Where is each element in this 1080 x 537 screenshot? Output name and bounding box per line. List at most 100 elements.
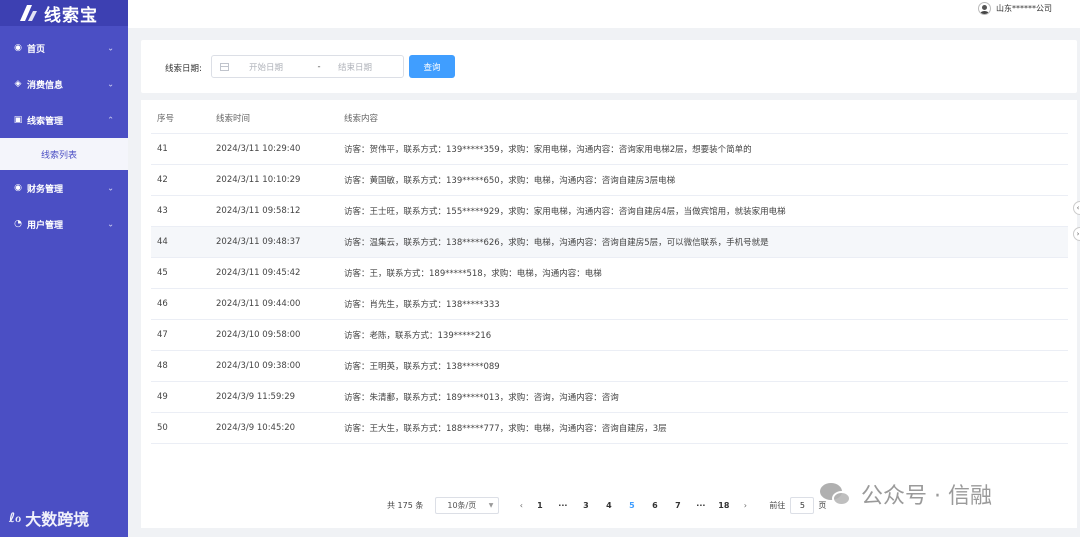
- table-row[interactable]: 49 2024/3/9 11:59:29 访客：朱清鄱，联系方式：189****…: [151, 381, 1068, 413]
- page-ellipsis-prev[interactable]: ···: [551, 501, 574, 510]
- cell-time: 2024/3/11 09:44:00: [216, 288, 344, 320]
- prev-page-button[interactable]: ‹: [514, 501, 528, 510]
- goto-page-input[interactable]: [790, 496, 815, 514]
- table-header-row: 序号 线索时间 线索内容: [151, 103, 1068, 134]
- table-row[interactable]: 43 2024/3/11 09:58:12 访客：王士旺，联系方式：155***…: [151, 195, 1068, 227]
- date-separator: -: [317, 61, 321, 72]
- page-size-select[interactable]: 10条/页 ▼: [435, 496, 500, 514]
- cell-time: 2024/3/11 09:48:37: [216, 226, 344, 258]
- calendar-icon: [220, 62, 229, 71]
- chevron-down-icon: ⌄: [107, 219, 114, 229]
- chevron-down-icon: ⌄: [107, 79, 114, 89]
- sidebar-subitem-lead-list[interactable]: 线索列表: [0, 138, 128, 170]
- page-size-value: 10条/页: [447, 500, 477, 510]
- lead-table: 序号 线索时间 线索内容 41 2024/3/11 10:29:40 访客：贺伟…: [151, 103, 1068, 444]
- cell-no: 42: [151, 164, 216, 196]
- lead-table-panel: 序号 线索时间 线索内容 41 2024/3/11 10:29:40 访客：贺伟…: [141, 100, 1077, 528]
- cell-no: 41: [151, 133, 216, 165]
- page-4[interactable]: 4: [597, 501, 620, 510]
- page-3[interactable]: 3: [574, 501, 597, 510]
- table-row[interactable]: 46 2024/3/11 09:44:00 访客：肖先生，联系方式：138***…: [151, 288, 1068, 320]
- side-collapse-handle[interactable]: ‹: [1073, 201, 1080, 215]
- sidebar-item-label: 线索管理: [27, 116, 64, 127]
- page-5-current[interactable]: 5: [620, 501, 643, 510]
- cell-time: 2024/3/11 09:58:12: [216, 195, 344, 227]
- cell-content: 访客：黄国敏，联系方式：139*****650，求购：电梯，沟通内容：咨询自建房…: [344, 164, 1068, 196]
- logo-text: 线索宝: [44, 5, 98, 26]
- user-settings-icon: ◔: [14, 219, 22, 229]
- goto-label: 前往: [769, 500, 786, 510]
- sidebar: 线索宝 ◉ 首页 ⌄ ◈ 消费信息 ⌄ ▣ 线索管理 ⌃ 线索列表 ◉ 财务管理…: [0, 0, 128, 537]
- table-row[interactable]: 45 2024/3/11 09:45:42 访客：王，联系方式：189*****…: [151, 257, 1068, 289]
- table-row[interactable]: 41 2024/3/11 10:29:40 访客：贺伟平，联系方式：139***…: [151, 133, 1068, 165]
- cell-content: 访客：贺伟平，联系方式：139*****359，求购：家用电梯，沟通内容：咨询家…: [344, 133, 1068, 165]
- top-bar: 山东******公司: [128, 0, 1080, 28]
- sidebar-menu: ◉ 首页 ⌄ ◈ 消费信息 ⌄ ▣ 线索管理 ⌃ 线索列表 ◉ 财务管理 ⌄ ◔…: [0, 26, 128, 242]
- cell-no: 44: [151, 226, 216, 258]
- sidebar-item-home[interactable]: ◉ 首页 ⌄: [0, 30, 128, 66]
- chevron-down-icon: ▼: [488, 501, 494, 509]
- table-row[interactable]: 48 2024/3/10 09:38:00 访客：王明英，联系方式：138***…: [151, 350, 1068, 382]
- chevron-down-icon: ⌄: [107, 43, 114, 53]
- cell-content: 访客：老陈，联系方式：139*****216: [344, 319, 1068, 351]
- sidebar-item-consumption[interactable]: ◈ 消费信息 ⌄: [0, 66, 128, 102]
- cell-time: 2024/3/11 09:45:42: [216, 257, 344, 289]
- cell-content: 访客：王士旺，联系方式：155*****929，求购：家用电梯，沟通内容：咨询自…: [344, 195, 1068, 227]
- filter-panel: 线索日期: 开始日期 - 结束日期 查询: [141, 40, 1077, 93]
- side-expand-handle[interactable]: ›: [1073, 227, 1080, 241]
- watermark-left: ℓℴ 大数跨境: [9, 506, 89, 530]
- sidebar-item-label: 用户管理: [27, 220, 64, 231]
- sidebar-item-users[interactable]: ◔ 用户管理 ⌄: [0, 206, 128, 242]
- watermark-logo-icon: ℓℴ: [9, 510, 22, 526]
- monitor-icon: ▣: [13, 115, 23, 125]
- user-menu[interactable]: 山东******公司: [978, 2, 1052, 15]
- column-header-no: 序号: [151, 103, 216, 134]
- cell-content: 访客：王，联系方式：189*****518，求购：电梯，沟通内容：电梯: [344, 257, 1068, 289]
- next-page-button[interactable]: ›: [738, 501, 752, 510]
- cell-time: 2024/3/9 10:45:20: [216, 412, 344, 444]
- table-row[interactable]: 47 2024/3/10 09:58:00 访客：老陈，联系方式：139****…: [151, 319, 1068, 351]
- finance-icon: ◉: [14, 183, 22, 193]
- cell-no: 49: [151, 381, 216, 413]
- cell-no: 50: [151, 412, 216, 444]
- wechat-icon: [820, 481, 854, 507]
- watermark-right-text: 公众号 · 信融: [861, 484, 992, 509]
- page-1[interactable]: 1: [528, 501, 551, 510]
- end-date-input[interactable]: 结束日期: [338, 61, 372, 73]
- sidebar-item-label: 首页: [27, 44, 46, 55]
- sidebar-item-leads[interactable]: ▣ 线索管理 ⌃: [0, 102, 128, 138]
- cell-no: 47: [151, 319, 216, 351]
- cell-no: 46: [151, 288, 216, 320]
- cell-content: 访客：肖先生，联系方式：138*****333: [344, 288, 1068, 320]
- avatar: [978, 2, 991, 15]
- cell-no: 48: [151, 350, 216, 382]
- app-logo[interactable]: 线索宝: [0, 0, 128, 26]
- sidebar-item-label: 财务管理: [27, 184, 64, 195]
- cell-time: 2024/3/11 10:10:29: [216, 164, 344, 196]
- page-18[interactable]: 18: [712, 501, 735, 510]
- sidebar-item-label: 消费信息: [27, 80, 64, 91]
- watermark-right: 公众号 · 信融: [820, 478, 992, 510]
- table-row[interactable]: 44 2024/3/11 09:48:37 访客：温集云，联系方式：138***…: [151, 226, 1068, 258]
- table-row[interactable]: 42 2024/3/11 10:10:29 访客：黄国敏，联系方式：139***…: [151, 164, 1068, 196]
- watermark-left-text: 大数跨境: [25, 510, 90, 529]
- cell-no: 43: [151, 195, 216, 227]
- date-range-picker[interactable]: 开始日期 - 结束日期: [211, 55, 404, 78]
- column-header-content: 线索内容: [344, 103, 1068, 134]
- cell-content: 访客：王明英，联系方式：138*****089: [344, 350, 1068, 382]
- logo-icon: [20, 5, 37, 21]
- page-7[interactable]: 7: [666, 501, 689, 510]
- page-ellipsis-next[interactable]: ···: [689, 501, 712, 510]
- chevron-up-icon: ⌃: [107, 115, 114, 125]
- home-icon: ◉: [14, 43, 22, 53]
- cell-no: 45: [151, 257, 216, 289]
- query-button[interactable]: 查询: [409, 55, 455, 78]
- page-6[interactable]: 6: [643, 501, 666, 510]
- total-count: 共 175 条: [387, 500, 424, 510]
- table-row[interactable]: 50 2024/3/9 10:45:20 访客：王大生，联系方式：188****…: [151, 412, 1068, 444]
- cell-content: 访客：王大生，联系方式：188*****777，求购：电梯，沟通内容：咨询自建房…: [344, 412, 1068, 444]
- start-date-input[interactable]: 开始日期: [249, 61, 309, 73]
- cell-time: 2024/3/9 11:59:29: [216, 381, 344, 413]
- sidebar-item-finance[interactable]: ◉ 财务管理 ⌄: [0, 170, 128, 206]
- column-header-time: 线索时间: [216, 103, 344, 134]
